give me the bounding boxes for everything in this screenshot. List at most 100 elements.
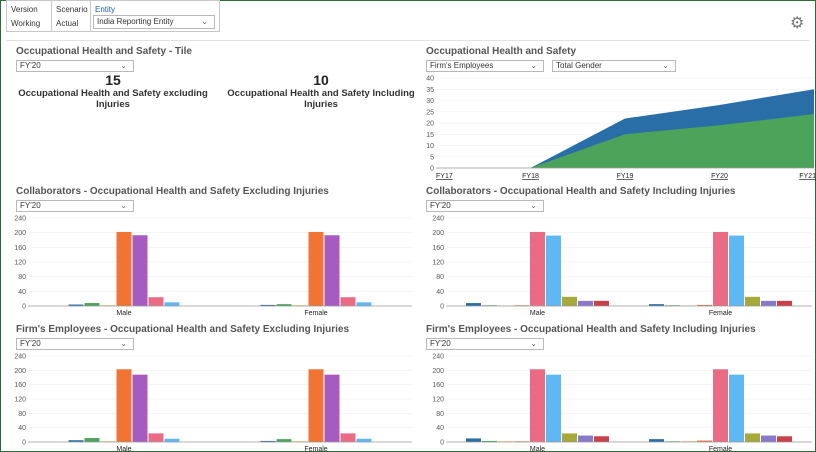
bar xyxy=(308,369,324,442)
chevron-down-icon: ⌄ xyxy=(662,61,669,70)
y-tick-label: 0 xyxy=(22,304,26,311)
y-tick-label: 200 xyxy=(14,230,26,237)
y-tick-label: 35 xyxy=(426,87,434,94)
chevron-down-icon: ⌄ xyxy=(530,201,537,210)
emp-excl-title: Firm's Employees - Occupational Health a… xyxy=(16,324,350,335)
gear-icon[interactable]: ⚙ xyxy=(790,14,810,34)
emp-incl-bar-chart[interactable]: 0 40 80 120 160 200 240 Male Female xyxy=(422,352,816,452)
x-tick-label[interactable]: Female xyxy=(709,310,732,316)
emp-incl-title: Firm's Employees - Occupational Health a… xyxy=(426,324,756,335)
y-tick-label: 240 xyxy=(14,216,26,223)
x-tick-label[interactable]: FY18 xyxy=(522,173,539,180)
bar xyxy=(116,231,132,306)
chevron-down-icon: ⌄ xyxy=(120,339,127,348)
pov-scenario[interactable]: Scenario Actual xyxy=(51,0,91,32)
area-panel: Occupational Health and Safety Firm's Em… xyxy=(426,46,816,180)
x-tick-label[interactable]: FY20 xyxy=(711,173,728,180)
x-tick-label[interactable]: Female xyxy=(304,310,327,316)
collab-excl-title: Collaborators - Occupational Health and … xyxy=(16,186,329,197)
tile-excluding-value: 15 xyxy=(105,72,121,88)
collab-incl-period-select[interactable]: FY'20 ⌄ xyxy=(426,200,544,212)
y-tick-label: 200 xyxy=(14,368,26,375)
bar xyxy=(594,300,609,306)
area-panel-title: Occupational Health and Safety xyxy=(426,46,577,57)
bar xyxy=(324,374,340,442)
bar xyxy=(761,435,776,442)
bar xyxy=(594,436,609,442)
collab-incl-bar-chart[interactable]: 0 40 80 120 160 200 240 Male Female xyxy=(422,214,816,316)
pov-entity-header[interactable]: Entity xyxy=(95,5,115,14)
y-tick-label: 80 xyxy=(18,411,26,418)
entity-select[interactable]: India Reporting Entity ⌄ xyxy=(93,15,215,29)
bar xyxy=(276,439,292,442)
population-select[interactable]: Firm's Employees ⌄ xyxy=(426,60,544,72)
bar xyxy=(562,296,577,306)
chevron-down-icon: ⌄ xyxy=(120,201,127,210)
bar xyxy=(777,300,792,306)
y-tick-label: 0 xyxy=(22,440,26,447)
bar xyxy=(84,303,100,306)
emp-incl-panel: Firm's Employees - Occupational Health a… xyxy=(426,324,816,452)
bar xyxy=(745,433,760,442)
collab-excl-bar-chart[interactable]: 0 40 80 120 160 200 240 Male Female xyxy=(4,214,416,316)
x-tick-label[interactable]: Male xyxy=(530,310,545,316)
bar xyxy=(578,300,593,306)
emp-excl-period-select[interactable]: FY'20 ⌄ xyxy=(16,338,134,350)
y-tick-label: 120 xyxy=(432,397,444,404)
y-tick-label: 160 xyxy=(432,382,444,389)
x-tick-label[interactable]: FY17 xyxy=(436,173,453,180)
bar xyxy=(324,235,340,306)
pov-entity[interactable]: Entity India Reporting Entity ⌄ xyxy=(90,0,220,32)
collab-excl-period-select[interactable]: FY'20 ⌄ xyxy=(16,200,134,212)
collab-incl-period-value: FY'20 xyxy=(430,201,451,210)
population-select-value: Firm's Employees xyxy=(430,61,494,70)
bar xyxy=(308,231,324,306)
y-tick-label: 80 xyxy=(436,411,444,418)
y-tick-label: 240 xyxy=(14,354,26,361)
y-tick-label: 240 xyxy=(432,354,444,361)
tile-including[interactable]: 10 Occupational Health and Safety Includ… xyxy=(224,72,418,110)
tile-excluding[interactable]: 15 Occupational Health and Safety exclud… xyxy=(16,72,210,110)
bar xyxy=(466,303,481,306)
emp-excl-bar-chart[interactable]: 0 40 80 120 160 200 240 Male Female xyxy=(4,352,416,452)
y-tick-label: 20 xyxy=(426,121,434,128)
bar xyxy=(148,297,164,306)
y-tick-label: 40 xyxy=(18,425,26,432)
y-tick-label: 160 xyxy=(14,382,26,389)
tile-including-label: Occupational Health and Safety Including… xyxy=(227,88,415,110)
gender-select[interactable]: Total Gender ⌄ xyxy=(552,60,676,72)
y-tick-label: 30 xyxy=(426,98,434,105)
tile-including-value: 10 xyxy=(313,72,329,88)
bar xyxy=(84,438,100,442)
collab-incl-title: Collaborators - Occupational Health and … xyxy=(426,186,736,197)
entity-select-value: India Reporting Entity xyxy=(97,17,174,26)
y-tick-label: 25 xyxy=(426,109,434,116)
pov-version-header: Version xyxy=(11,5,38,14)
bar xyxy=(530,231,545,306)
x-tick-label[interactable]: FY19 xyxy=(617,173,634,180)
y-tick-label: 160 xyxy=(14,245,26,252)
y-tick-label: 40 xyxy=(426,76,434,83)
emp-incl-period-select[interactable]: FY'20 ⌄ xyxy=(426,338,544,350)
x-tick-label[interactable]: Male xyxy=(116,310,131,316)
tile-excluding-label: Occupational Health and Safety excluding… xyxy=(18,88,208,110)
bar xyxy=(164,302,180,306)
emp-excl-panel: Firm's Employees - Occupational Health a… xyxy=(14,324,416,452)
bar xyxy=(356,302,372,306)
chevron-down-icon: ⌄ xyxy=(530,61,537,70)
pov-version-value[interactable]: Working xyxy=(11,19,40,28)
y-tick-label: 10 xyxy=(426,143,434,150)
area-chart[interactable]: 0 5 10 15 20 25 30 35 40 FY17 FY18 FY19 FY20 FY21 xyxy=(422,74,816,181)
pov-version[interactable]: Version Working xyxy=(6,0,52,32)
y-tick-label: 0 xyxy=(440,440,444,447)
bar xyxy=(340,433,356,442)
pov-scenario-value[interactable]: Actual xyxy=(56,19,78,28)
bar xyxy=(340,297,356,306)
tile-period-value: FY'20 xyxy=(20,61,41,70)
bar xyxy=(116,369,132,442)
y-tick-label: 40 xyxy=(436,425,444,432)
pov-scenario-header: Scenario xyxy=(56,5,88,14)
tile-period-select[interactable]: FY'20 ⌄ xyxy=(16,60,134,72)
header-divider xyxy=(6,40,810,41)
x-tick-label[interactable]: FY21 xyxy=(799,173,816,180)
